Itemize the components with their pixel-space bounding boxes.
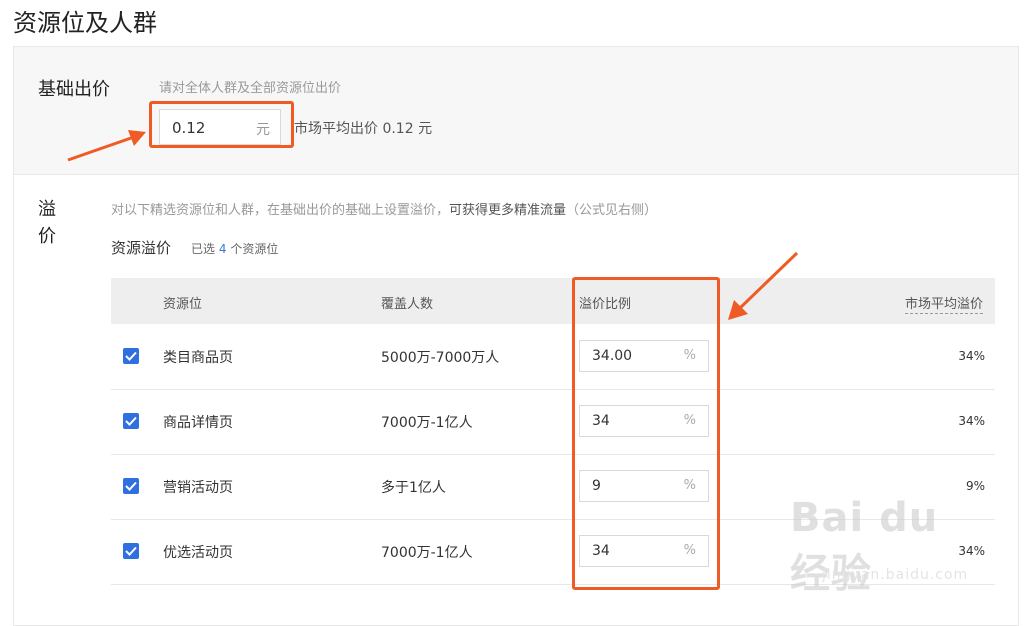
arrow-to-base-price — [67, 130, 146, 162]
watermark-text: Bai du 经验 — [790, 495, 939, 597]
watermark: Bai du 经验 jingyan.baidu.com — [790, 495, 990, 597]
watermark-url: jingyan.baidu.com — [822, 567, 969, 583]
arrow-to-ratio-column — [728, 251, 799, 320]
